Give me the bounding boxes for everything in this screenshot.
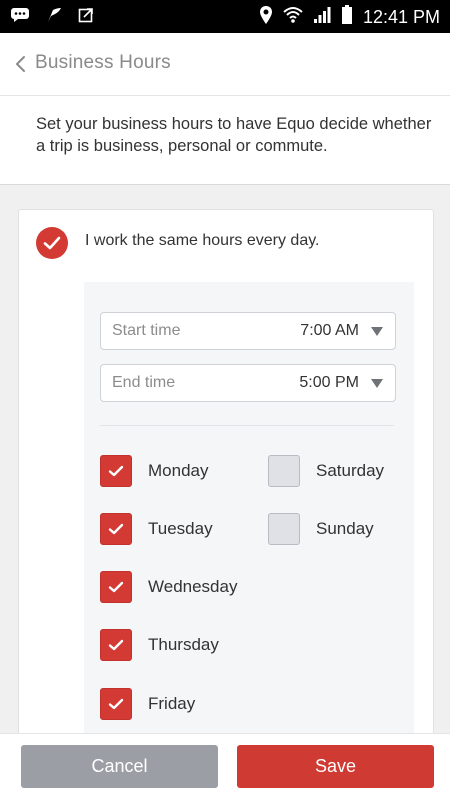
day-tuesday[interactable]: Tuesday [100, 513, 213, 545]
description-panel: Set your business hours to have Equo dec… [0, 96, 450, 185]
signal-icon [313, 6, 331, 29]
footer-bar: Cancel Save [0, 733, 450, 801]
hours-card: I work the same hours every day. Start t… [18, 209, 434, 752]
day-wednesday[interactable]: Wednesday [100, 571, 237, 603]
thursday-label: Thursday [148, 635, 219, 654]
checkmark-icon [108, 465, 124, 477]
checkmark-icon [108, 698, 124, 710]
friday-label: Friday [148, 694, 196, 713]
status-time: 12:41 PM [362, 7, 440, 27]
description-text: Set your business hours to have Equo dec… [36, 115, 432, 155]
friday-checkbox[interactable] [100, 688, 132, 720]
thursday-checkbox[interactable] [100, 629, 132, 661]
sunday-checkbox[interactable] [268, 513, 300, 545]
end-time-value: 5:00 PM [299, 374, 359, 391]
day-monday[interactable]: Monday [100, 455, 208, 487]
save-button[interactable]: Save [237, 745, 434, 788]
external-link-icon [78, 7, 94, 28]
tuesday-checkbox[interactable] [100, 513, 132, 545]
start-time-label: Start time [112, 322, 181, 339]
dropdown-arrow-icon [371, 327, 383, 336]
monday-label: Monday [148, 461, 209, 480]
tuesday-label: Tuesday [148, 519, 213, 538]
dropdown-arrow-icon [371, 379, 383, 388]
sunday-label: Sunday [316, 519, 374, 538]
same-hours-label: I work the same hours every day. [85, 232, 320, 249]
day-thursday[interactable]: Thursday [100, 629, 219, 661]
day-sunday[interactable]: Sunday [268, 513, 374, 545]
end-time-select[interactable]: End time 5:00 PM [100, 364, 396, 402]
start-time-value: 7:00 AM [300, 322, 359, 339]
wednesday-checkbox[interactable] [100, 571, 132, 603]
hours-settings-panel: Start time 7:00 AM End time 5:00 PM Mond… [84, 282, 414, 752]
saturday-checkbox[interactable] [268, 455, 300, 487]
checkmark-icon [108, 523, 124, 535]
chat-bubble-icon [10, 7, 30, 28]
checkmark-icon [108, 581, 124, 593]
feather-icon [46, 7, 62, 28]
content-area[interactable]: I work the same hours every day. Start t… [0, 185, 450, 752]
checkmark-icon [43, 236, 61, 250]
end-time-label: End time [112, 374, 176, 391]
status-left-icons [10, 7, 94, 28]
divider [100, 425, 394, 426]
checkmark-icon [108, 639, 124, 651]
status-right-icons: 12:41 PM [259, 5, 440, 30]
wifi-icon [283, 6, 303, 29]
location-pin-icon [259, 5, 273, 30]
start-time-select[interactable]: Start time 7:00 AM [100, 312, 396, 350]
status-bar: 12:41 PM [0, 0, 450, 33]
wednesday-label: Wednesday [148, 577, 238, 596]
battery-icon [341, 5, 353, 30]
day-saturday[interactable]: Saturday [268, 455, 384, 487]
page-title: Business Hours [35, 52, 171, 73]
same-hours-checkbox[interactable] [36, 227, 68, 259]
page-header: Business Hours [0, 33, 450, 96]
cancel-button[interactable]: Cancel [21, 745, 218, 788]
day-friday[interactable]: Friday [100, 688, 195, 720]
monday-checkbox[interactable] [100, 455, 132, 487]
saturday-label: Saturday [316, 461, 385, 480]
